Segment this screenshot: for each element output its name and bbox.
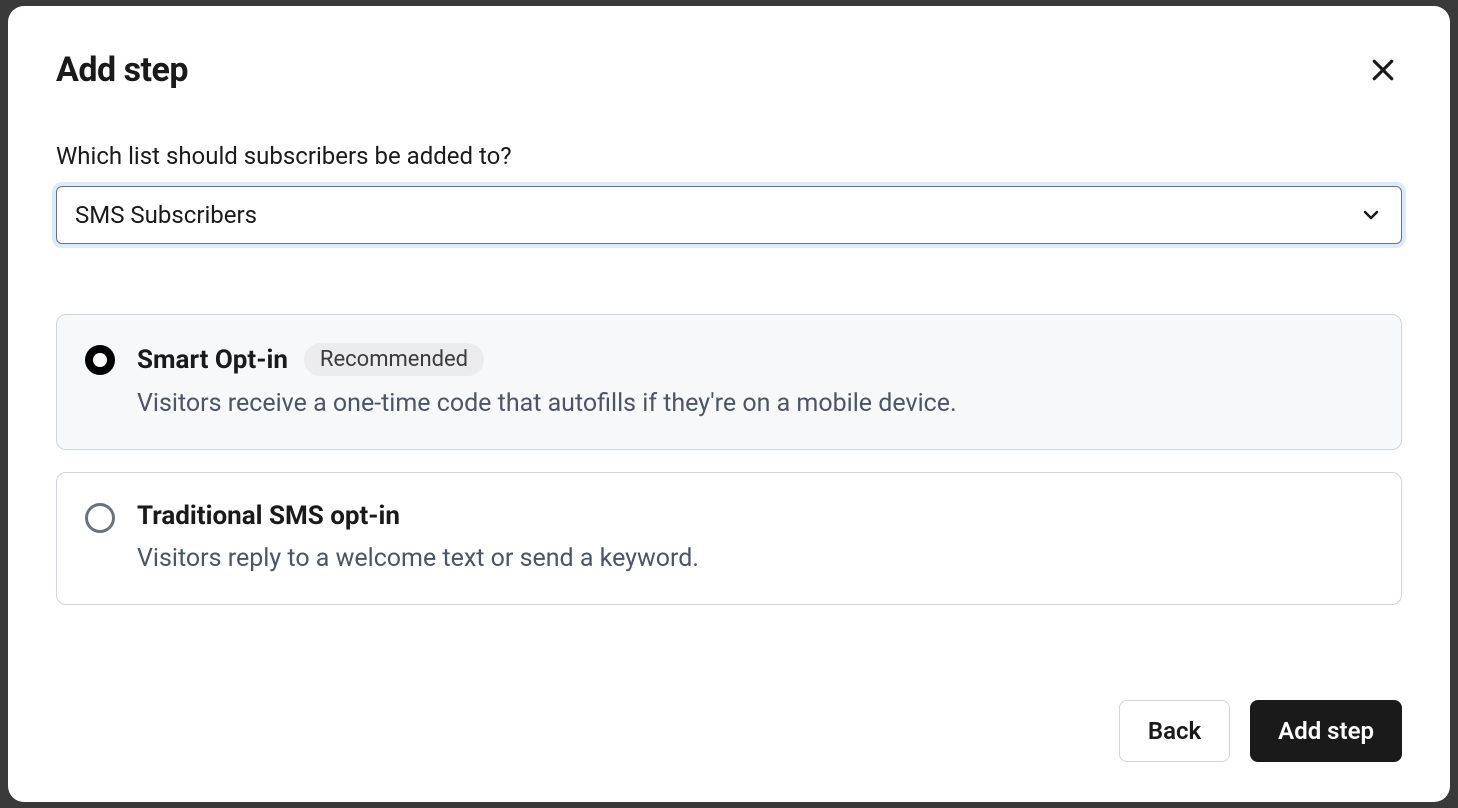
close-icon bbox=[1368, 55, 1398, 85]
option-content: Traditional SMS opt-in Visitors reply to… bbox=[137, 501, 1373, 576]
option-description: Visitors reply to a welcome text or send… bbox=[137, 541, 1373, 576]
list-select-wrapper: SMS Subscribers bbox=[56, 186, 1402, 244]
recommended-badge: Recommended bbox=[304, 343, 484, 376]
option-description: Visitors receive a one-time code that au… bbox=[137, 386, 1373, 421]
option-title: Smart Opt-in bbox=[137, 345, 288, 375]
back-button[interactable]: Back bbox=[1119, 700, 1230, 762]
add-step-button[interactable]: Add step bbox=[1250, 700, 1402, 762]
list-select-value: SMS Subscribers bbox=[75, 201, 257, 229]
option-title: Traditional SMS opt-in bbox=[137, 501, 400, 531]
close-button[interactable] bbox=[1364, 51, 1402, 89]
option-smart-opt-in[interactable]: Smart Opt-in Recommended Visitors receiv… bbox=[56, 314, 1402, 450]
modal-header: Add step bbox=[56, 50, 1402, 90]
modal-footer: Back Add step bbox=[56, 660, 1402, 762]
radio-smart-opt-in[interactable] bbox=[85, 345, 115, 375]
add-step-modal: Add step Which list should subscribers b… bbox=[8, 6, 1450, 802]
modal-title: Add step bbox=[56, 50, 188, 90]
option-content: Smart Opt-in Recommended Visitors receiv… bbox=[137, 343, 1373, 421]
radio-traditional-sms[interactable] bbox=[85, 503, 115, 533]
list-select-label: Which list should subscribers be added t… bbox=[56, 142, 1402, 170]
list-select[interactable]: SMS Subscribers bbox=[56, 186, 1402, 244]
chevron-down-icon bbox=[1359, 203, 1383, 227]
option-traditional-sms[interactable]: Traditional SMS opt-in Visitors reply to… bbox=[56, 472, 1402, 605]
option-title-row: Traditional SMS opt-in bbox=[137, 501, 1373, 531]
option-title-row: Smart Opt-in Recommended bbox=[137, 343, 1373, 376]
